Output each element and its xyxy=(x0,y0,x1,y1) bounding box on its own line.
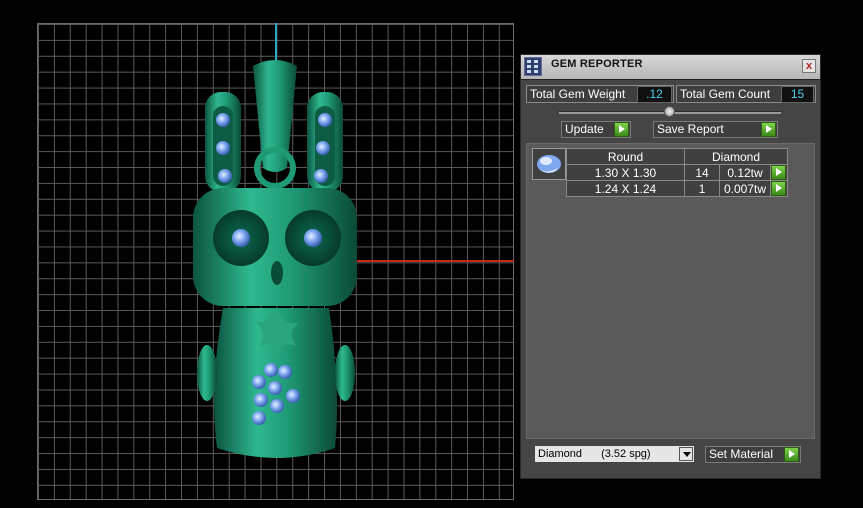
material-gravity: (3.52 spg) xyxy=(601,448,651,460)
gem-results-area: Round Diamond 1.30 X 1.30 14 0.12tw 1.24… xyxy=(526,143,815,439)
total-gem-count-value: 15 xyxy=(781,86,814,103)
close-button[interactable]: x xyxy=(802,59,816,73)
save-report-button-label: Save Report xyxy=(657,122,724,136)
table-row[interactable]: 1.24 X 1.24 1 0.007tw xyxy=(566,180,788,197)
update-button[interactable]: Update xyxy=(561,121,631,138)
set-material-go-icon[interactable] xyxy=(784,447,799,462)
update-button-label: Update xyxy=(565,122,604,136)
gem-reporter-app-icon xyxy=(524,57,542,76)
pendant-model[interactable] xyxy=(185,58,365,463)
x-axis-line xyxy=(345,260,514,262)
row-go-icon[interactable] xyxy=(771,181,786,196)
row-go-icon[interactable] xyxy=(771,165,786,180)
row-weight: 0.007tw xyxy=(719,180,771,197)
panel-title: GEM REPORTER xyxy=(551,58,643,70)
gem-reporter-panel: GEM REPORTER x Total Gem Weight .12 Tota… xyxy=(520,54,821,479)
save-report-go-icon[interactable] xyxy=(761,122,776,137)
material-name: Diamond xyxy=(538,448,583,460)
set-material-button-label: Set Material xyxy=(709,447,774,461)
panel-titlebar[interactable]: GEM REPORTER x xyxy=(521,55,820,80)
material-dropdown[interactable]: Diamond (3.52 spg) xyxy=(534,445,695,463)
chevron-down-icon[interactable] xyxy=(679,447,693,461)
row-select-cell[interactable] xyxy=(770,164,788,181)
gem-table: Round Diamond 1.30 X 1.30 14 0.12tw 1.24… xyxy=(566,148,788,197)
3d-viewport[interactable] xyxy=(0,0,520,508)
header-shape: Round xyxy=(566,148,685,165)
panel-slider-thumb[interactable] xyxy=(664,106,675,117)
row-count: 1 xyxy=(684,180,720,197)
row-size: 1.24 X 1.24 xyxy=(566,180,685,197)
set-material-button[interactable]: Set Material xyxy=(705,446,801,463)
row-count: 14 xyxy=(684,164,720,181)
table-row[interactable]: 1.30 X 1.30 14 0.12tw xyxy=(566,164,788,181)
total-gem-weight-value: .12 xyxy=(637,86,672,103)
row-weight: 0.12tw xyxy=(719,164,771,181)
save-report-button[interactable]: Save Report xyxy=(653,121,778,138)
update-go-icon[interactable] xyxy=(614,122,629,137)
row-size: 1.30 X 1.30 xyxy=(566,164,685,181)
row-select-cell[interactable] xyxy=(770,180,788,197)
round-gem-icon[interactable] xyxy=(532,148,566,180)
gem-table-header: Round Diamond xyxy=(566,148,788,165)
header-material: Diamond xyxy=(684,148,788,165)
